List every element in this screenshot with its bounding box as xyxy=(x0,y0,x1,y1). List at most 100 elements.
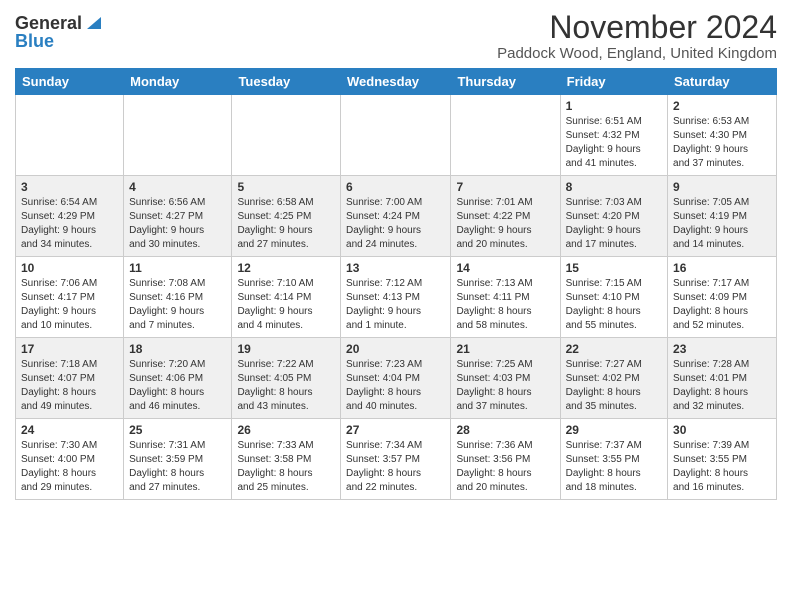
day-number: 5 xyxy=(237,180,335,194)
day-number: 1 xyxy=(566,99,662,113)
day-number: 4 xyxy=(129,180,226,194)
day-info: Sunrise: 7:00 AM Sunset: 4:24 PM Dayligh… xyxy=(346,196,445,252)
day-number: 8 xyxy=(566,180,662,194)
day-number: 15 xyxy=(566,261,662,275)
day-info: Sunrise: 6:53 AM Sunset: 4:30 PM Dayligh… xyxy=(673,115,771,171)
day-number: 27 xyxy=(346,423,445,437)
calendar-day-cell: 2 Sunrise: 6:53 AM Sunset: 4:30 PM Daylig… xyxy=(668,95,777,176)
day-info: Sunrise: 7:15 AM Sunset: 4:10 PM Dayligh… xyxy=(566,277,662,333)
day-info: Sunrise: 7:20 AM Sunset: 4:06 PM Dayligh… xyxy=(129,358,226,414)
title-block: November 2024 Paddock Wood, England, Uni… xyxy=(497,10,777,62)
day-info: Sunrise: 7:23 AM Sunset: 4:04 PM Dayligh… xyxy=(346,358,445,414)
calendar-day-cell: 23 Sunrise: 7:28 AM Sunset: 4:01 PM Dayli… xyxy=(668,338,777,419)
calendar-day-cell: 19 Sunrise: 7:22 AM Sunset: 4:05 PM Dayli… xyxy=(232,338,341,419)
calendar-header-saturday: Saturday xyxy=(668,69,777,95)
day-info: Sunrise: 6:56 AM Sunset: 4:27 PM Dayligh… xyxy=(129,196,226,252)
day-info: Sunrise: 7:36 AM Sunset: 3:56 PM Dayligh… xyxy=(456,439,554,495)
day-number: 18 xyxy=(129,342,226,356)
day-number: 6 xyxy=(346,180,445,194)
calendar-week-row: 17Sunrise: 7:18 AM Sunset: 4:07 PM Dayli… xyxy=(16,338,777,419)
day-info: Sunrise: 6:58 AM Sunset: 4:25 PM Dayligh… xyxy=(237,196,335,252)
day-info: Sunrise: 7:08 AM Sunset: 4:16 PM Dayligh… xyxy=(129,277,226,333)
day-info: Sunrise: 7:25 AM Sunset: 4:03 PM Dayligh… xyxy=(456,358,554,414)
day-info: Sunrise: 7:03 AM Sunset: 4:20 PM Dayligh… xyxy=(566,196,662,252)
calendar-day-cell: 5 Sunrise: 6:58 AM Sunset: 4:25 PM Daylig… xyxy=(232,176,341,257)
day-info: Sunrise: 7:22 AM Sunset: 4:05 PM Dayligh… xyxy=(237,358,335,414)
day-number: 28 xyxy=(456,423,554,437)
day-number: 11 xyxy=(129,261,226,275)
calendar-header-tuesday: Tuesday xyxy=(232,69,341,95)
calendar-day-cell: 18 Sunrise: 7:20 AM Sunset: 4:06 PM Dayli… xyxy=(124,338,232,419)
day-info: Sunrise: 7:28 AM Sunset: 4:01 PM Dayligh… xyxy=(673,358,771,414)
calendar-week-row: 24 Sunrise: 7:30 AM Sunset: 4:00 PM Dayli… xyxy=(16,419,777,500)
calendar-day-cell: 22 Sunrise: 7:27 AM Sunset: 4:02 PM Dayli… xyxy=(560,338,667,419)
calendar-day-cell xyxy=(124,95,232,176)
day-number: 2 xyxy=(673,99,771,113)
day-number: 23 xyxy=(673,342,771,356)
calendar-header-row: SundayMondayTuesdayWednesdayThursdayFrid… xyxy=(16,69,777,95)
calendar-header-wednesday: Wednesday xyxy=(341,69,451,95)
calendar-header-sunday: Sunday xyxy=(16,69,124,95)
calendar-day-cell: 8 Sunrise: 7:03 AM Sunset: 4:20 PM Daylig… xyxy=(560,176,667,257)
day-number: 7 xyxy=(456,180,554,194)
day-number: 20 xyxy=(346,342,445,356)
calendar-day-cell xyxy=(232,95,341,176)
calendar-day-cell: 21 Sunrise: 7:25 AM Sunset: 4:03 PM Dayli… xyxy=(451,338,560,419)
day-info: Sunrise: 7:12 AM Sunset: 4:13 PM Dayligh… xyxy=(346,277,445,333)
day-number: 9 xyxy=(673,180,771,194)
day-number: 26 xyxy=(237,423,335,437)
day-info: Sunrise: 7:06 AM Sunset: 4:17 PM Dayligh… xyxy=(21,277,118,333)
calendar-week-row: 1 Sunrise: 6:51 AM Sunset: 4:32 PM Daylig… xyxy=(16,95,777,176)
calendar-day-cell: 30 Sunrise: 7:39 AM Sunset: 3:55 PM Dayli… xyxy=(668,419,777,500)
day-info: Sunrise: 7:30 AM Sunset: 4:00 PM Dayligh… xyxy=(21,439,118,495)
day-number: 19 xyxy=(237,342,335,356)
day-info: Sunrise: 7:39 AM Sunset: 3:55 PM Dayligh… xyxy=(673,439,771,495)
calendar-header-friday: Friday xyxy=(560,69,667,95)
calendar-day-cell: 11 Sunrise: 7:08 AM Sunset: 4:16 PM Dayli… xyxy=(124,257,232,338)
calendar-day-cell: 1 Sunrise: 6:51 AM Sunset: 4:32 PM Daylig… xyxy=(560,95,667,176)
calendar-day-cell: 29Sunrise: 7:37 AM Sunset: 3:55 PM Dayli… xyxy=(560,419,667,500)
calendar-day-cell: 24 Sunrise: 7:30 AM Sunset: 4:00 PM Dayli… xyxy=(16,419,124,500)
day-number: 25 xyxy=(129,423,226,437)
logo-triangle-icon xyxy=(83,13,101,31)
calendar-header-thursday: Thursday xyxy=(451,69,560,95)
calendar-day-cell: 13 Sunrise: 7:12 AM Sunset: 4:13 PM Dayli… xyxy=(341,257,451,338)
calendar-day-cell: 7Sunrise: 7:01 AM Sunset: 4:22 PM Daylig… xyxy=(451,176,560,257)
day-info: Sunrise: 6:54 AM Sunset: 4:29 PM Dayligh… xyxy=(21,196,118,252)
day-number: 12 xyxy=(237,261,335,275)
day-number: 24 xyxy=(21,423,118,437)
day-number: 21 xyxy=(456,342,554,356)
day-number: 22 xyxy=(566,342,662,356)
day-number: 30 xyxy=(673,423,771,437)
calendar-day-cell xyxy=(451,95,560,176)
day-info: Sunrise: 7:34 AM Sunset: 3:57 PM Dayligh… xyxy=(346,439,445,495)
calendar-day-cell: 15 Sunrise: 7:15 AM Sunset: 4:10 PM Dayli… xyxy=(560,257,667,338)
day-info: Sunrise: 7:13 AM Sunset: 4:11 PM Dayligh… xyxy=(456,277,554,333)
day-info: Sunrise: 6:51 AM Sunset: 4:32 PM Dayligh… xyxy=(566,115,662,171)
day-info: Sunrise: 7:05 AM Sunset: 4:19 PM Dayligh… xyxy=(673,196,771,252)
calendar-day-cell: 27 Sunrise: 7:34 AM Sunset: 3:57 PM Dayli… xyxy=(341,419,451,500)
day-info: Sunrise: 7:18 AM Sunset: 4:07 PM Dayligh… xyxy=(21,358,118,414)
day-info: Sunrise: 7:27 AM Sunset: 4:02 PM Dayligh… xyxy=(566,358,662,414)
calendar-day-cell xyxy=(341,95,451,176)
day-number: 14 xyxy=(456,261,554,275)
calendar-header-monday: Monday xyxy=(124,69,232,95)
day-number: 16 xyxy=(673,261,771,275)
calendar-day-cell: 9 Sunrise: 7:05 AM Sunset: 4:19 PM Daylig… xyxy=(668,176,777,257)
day-number: 29 xyxy=(566,423,662,437)
calendar-day-cell: 25 Sunrise: 7:31 AM Sunset: 3:59 PM Dayli… xyxy=(124,419,232,500)
calendar-day-cell: 26 Sunrise: 7:33 AM Sunset: 3:58 PM Dayli… xyxy=(232,419,341,500)
calendar-day-cell: 4 Sunrise: 6:56 AM Sunset: 4:27 PM Daylig… xyxy=(124,176,232,257)
calendar-day-cell: 3 Sunrise: 6:54 AM Sunset: 4:29 PM Daylig… xyxy=(16,176,124,257)
day-number: 3 xyxy=(21,180,118,194)
day-number: 13 xyxy=(346,261,445,275)
calendar-day-cell xyxy=(16,95,124,176)
logo-blue-text: Blue xyxy=(15,32,54,50)
calendar-day-cell: 28 Sunrise: 7:36 AM Sunset: 3:56 PM Dayli… xyxy=(451,419,560,500)
day-info: Sunrise: 7:31 AM Sunset: 3:59 PM Dayligh… xyxy=(129,439,226,495)
page-header: General Blue November 2024 Paddock Wood,… xyxy=(15,10,777,62)
day-info: Sunrise: 7:33 AM Sunset: 3:58 PM Dayligh… xyxy=(237,439,335,495)
day-info: Sunrise: 7:10 AM Sunset: 4:14 PM Dayligh… xyxy=(237,277,335,333)
logo-general-text: General xyxy=(15,14,82,32)
month-year-title: November 2024 xyxy=(497,10,777,45)
